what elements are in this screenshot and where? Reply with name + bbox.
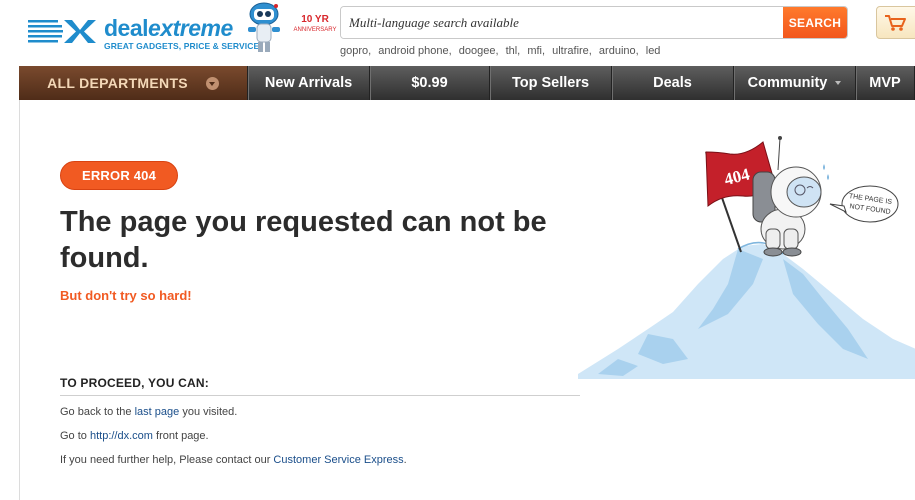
proceed-text: .	[403, 454, 407, 466]
customer-service-link[interactable]: Customer Service Express	[273, 454, 403, 466]
search-box: SEARCH	[340, 6, 848, 39]
nav-item-label: Top Sellers	[511, 75, 590, 91]
all-departments-label: ALL DEPARTMENTS	[47, 75, 188, 91]
keyword-link[interactable]: thl,	[506, 45, 521, 57]
nav-item-099[interactable]: $0.99	[370, 66, 490, 100]
nav-item-label: Deals	[653, 75, 692, 91]
chevron-down-icon	[835, 81, 842, 85]
cart-button[interactable]	[876, 6, 915, 39]
home-link[interactable]: http://dx.com	[90, 430, 153, 442]
site-header: dealextreme GREAT GADGETS, PRICE & SERVI…	[0, 0, 915, 66]
brand-deal: deal	[104, 15, 149, 41]
nav-item-label: MVP	[869, 75, 901, 91]
error-content: ERROR 404 The page you requested can not…	[19, 100, 915, 500]
brand-name: dealextreme	[104, 15, 233, 42]
proceed-text: you visited.	[179, 406, 238, 418]
nav-item-label: $0.99	[411, 75, 448, 91]
brand-extreme: extreme	[148, 15, 233, 41]
divider	[60, 395, 580, 396]
page-title: The page you requested can not be found.	[60, 206, 547, 274]
main-nav: ALL DEPARTMENTS New Arrivals $0.99 Top S…	[19, 66, 915, 100]
cart-icon	[885, 15, 906, 31]
astronaut-404-illustration: 404 THE PAGE IS NOT FOUND	[578, 136, 915, 379]
anniversary-number: 10 YR	[301, 14, 329, 25]
anniversary-badge: 10 YR ANNIVERSARY	[291, 14, 339, 34]
nav-item-community[interactable]: Community	[734, 66, 856, 100]
keyword-link[interactable]: doogee,	[459, 45, 499, 57]
brand-tagline: GREAT GADGETS, PRICE & SERVICE	[104, 41, 260, 51]
proceed-text: If you need further help, Please contact…	[60, 454, 274, 466]
keyword-link[interactable]: ultrafire,	[552, 45, 592, 57]
search-input[interactable]	[341, 7, 783, 38]
proceed-option-home: Go to http://dx.com front page.	[60, 430, 209, 442]
all-departments-menu[interactable]: ALL DEPARTMENTS	[19, 66, 248, 100]
chevron-down-icon	[205, 76, 219, 90]
proceed-option-last-page: Go back to the last page you visited.	[60, 406, 237, 418]
error-badge: ERROR 404	[60, 161, 178, 190]
keyword-link[interactable]: gopro,	[340, 45, 371, 57]
proceed-text: front page.	[152, 430, 209, 442]
nav-item-label: New Arrivals	[264, 75, 353, 91]
nav-item-mvp[interactable]: MVP	[856, 66, 915, 100]
nav-item-deals[interactable]: Deals	[612, 66, 734, 100]
nav-item-new-arrivals[interactable]: New Arrivals	[248, 66, 370, 100]
search-button[interactable]: SEARCH	[783, 7, 847, 38]
keyword-link[interactable]: mfi,	[527, 45, 545, 57]
anniversary-text: ANNIVERSARY	[293, 27, 337, 33]
nav-item-top-sellers[interactable]: Top Sellers	[490, 66, 612, 100]
error-subtitle: But don't try so hard!	[60, 288, 192, 303]
proceed-text: Go back to the	[60, 406, 135, 418]
keyword-link[interactable]: arduino,	[599, 45, 639, 57]
dx-logo-mark	[28, 20, 96, 43]
last-page-link[interactable]: last page	[135, 406, 180, 418]
hot-keywords: gopro, android phone, doogee, thl, mfi, …	[340, 45, 664, 57]
keyword-link[interactable]: android phone,	[378, 45, 451, 57]
proceed-option-support: If you need further help, Please contact…	[60, 454, 407, 466]
nav-item-label: Community	[747, 75, 828, 91]
proceed-heading: TO PROCEED, YOU CAN:	[60, 376, 209, 390]
robot-mascot-icon	[248, 2, 280, 52]
keyword-link[interactable]: led	[646, 45, 661, 57]
dealextreme-logo[interactable]: dealextreme GREAT GADGETS, PRICE & SERVI…	[28, 14, 260, 54]
proceed-text: Go to	[60, 430, 90, 442]
